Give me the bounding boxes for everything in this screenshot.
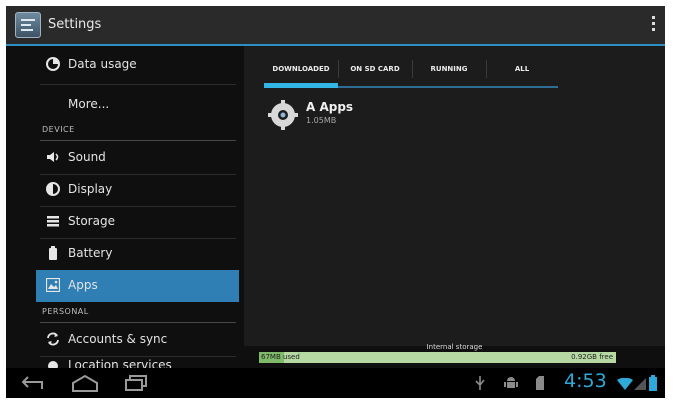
back-icon[interactable] (20, 374, 46, 392)
sidebar-item-label: Data usage (68, 57, 137, 71)
sidebar-item-storage[interactable]: Storage (36, 206, 239, 237)
sidebar-item-label: Battery (68, 246, 113, 260)
sidebar-item-label: Accounts & sync (68, 332, 168, 346)
storage-title: Internal storage (426, 343, 483, 351)
apps-icon (46, 278, 60, 292)
page-title: Settings (48, 17, 102, 32)
sound-icon (47, 152, 59, 162)
sidebar-item-label: Display (68, 182, 113, 196)
selected-tab-indicator (264, 83, 338, 88)
tab-separator (412, 60, 413, 78)
tab-all[interactable]: ALL (486, 57, 558, 87)
section-header-line (40, 140, 236, 141)
app-gear-icon (268, 100, 298, 130)
divider (40, 84, 236, 85)
action-bar: Settings (6, 6, 665, 46)
section-header-personal: PERSONAL (42, 307, 89, 316)
sidebar-item-label: Sound (68, 150, 106, 164)
sidebar-item-label: More... (68, 97, 110, 111)
storage-used-label: 67MB used (261, 353, 300, 361)
app-name: A Apps (306, 100, 354, 114)
home-icon[interactable] (70, 373, 100, 393)
settings-sidebar: Data usage More... DEVICE Sound Display … (36, 46, 239, 357)
sidebar-item-more[interactable]: More... (36, 89, 239, 120)
sidebar-item-apps[interactable]: Apps (36, 270, 239, 302)
storage-free-label: 0.92GB free (571, 353, 613, 361)
sidebar-item-battery[interactable]: Battery (36, 238, 239, 269)
section-header-device: DEVICE (42, 125, 75, 134)
tab-separator (486, 60, 487, 78)
android-screen: Settings Data usage More... DEVICE Sound (6, 6, 665, 398)
android-debug-icon (504, 377, 518, 388)
list-item-app[interactable]: A Apps 1.05MB (268, 100, 568, 132)
sidebar-item-data-usage[interactable]: Data usage (36, 49, 239, 80)
section-header-line (40, 322, 236, 323)
battery-icon (49, 246, 57, 260)
recent-apps-icon[interactable] (123, 374, 149, 392)
sidebar-item-label: Apps (68, 278, 98, 292)
status-clock: 4:53 (564, 370, 607, 392)
sidebar-item-label: Storage (68, 214, 115, 228)
apps-pane: DOWNLOADED ON SD CARD RUNNING ALL A Apps… (244, 46, 665, 351)
tab-running[interactable]: RUNNING (412, 57, 486, 87)
wifi-icon (617, 378, 633, 390)
usb-icon (475, 376, 485, 390)
tab-on-sd-card[interactable]: ON SD CARD (338, 57, 412, 87)
data-usage-icon (46, 57, 60, 71)
system-bar: 4:53 (6, 368, 665, 398)
sd-card-icon (536, 376, 544, 390)
settings-app-icon[interactable] (15, 12, 41, 38)
storage-icon (47, 216, 59, 227)
sidebar-item-display[interactable]: Display (36, 174, 239, 205)
tab-separator (338, 60, 339, 78)
sync-icon (47, 332, 59, 346)
app-size: 1.05MB (306, 116, 337, 125)
sidebar-item-accounts-sync[interactable]: Accounts & sync (36, 324, 239, 355)
storage-usage-bar: 67MB used 0.92GB free (259, 352, 616, 363)
display-icon (46, 182, 60, 196)
signal-icon (634, 378, 646, 390)
battery-status-icon (649, 375, 657, 391)
sidebar-item-sound[interactable]: Sound (36, 142, 239, 173)
overflow-menu-icon[interactable] (652, 16, 655, 34)
